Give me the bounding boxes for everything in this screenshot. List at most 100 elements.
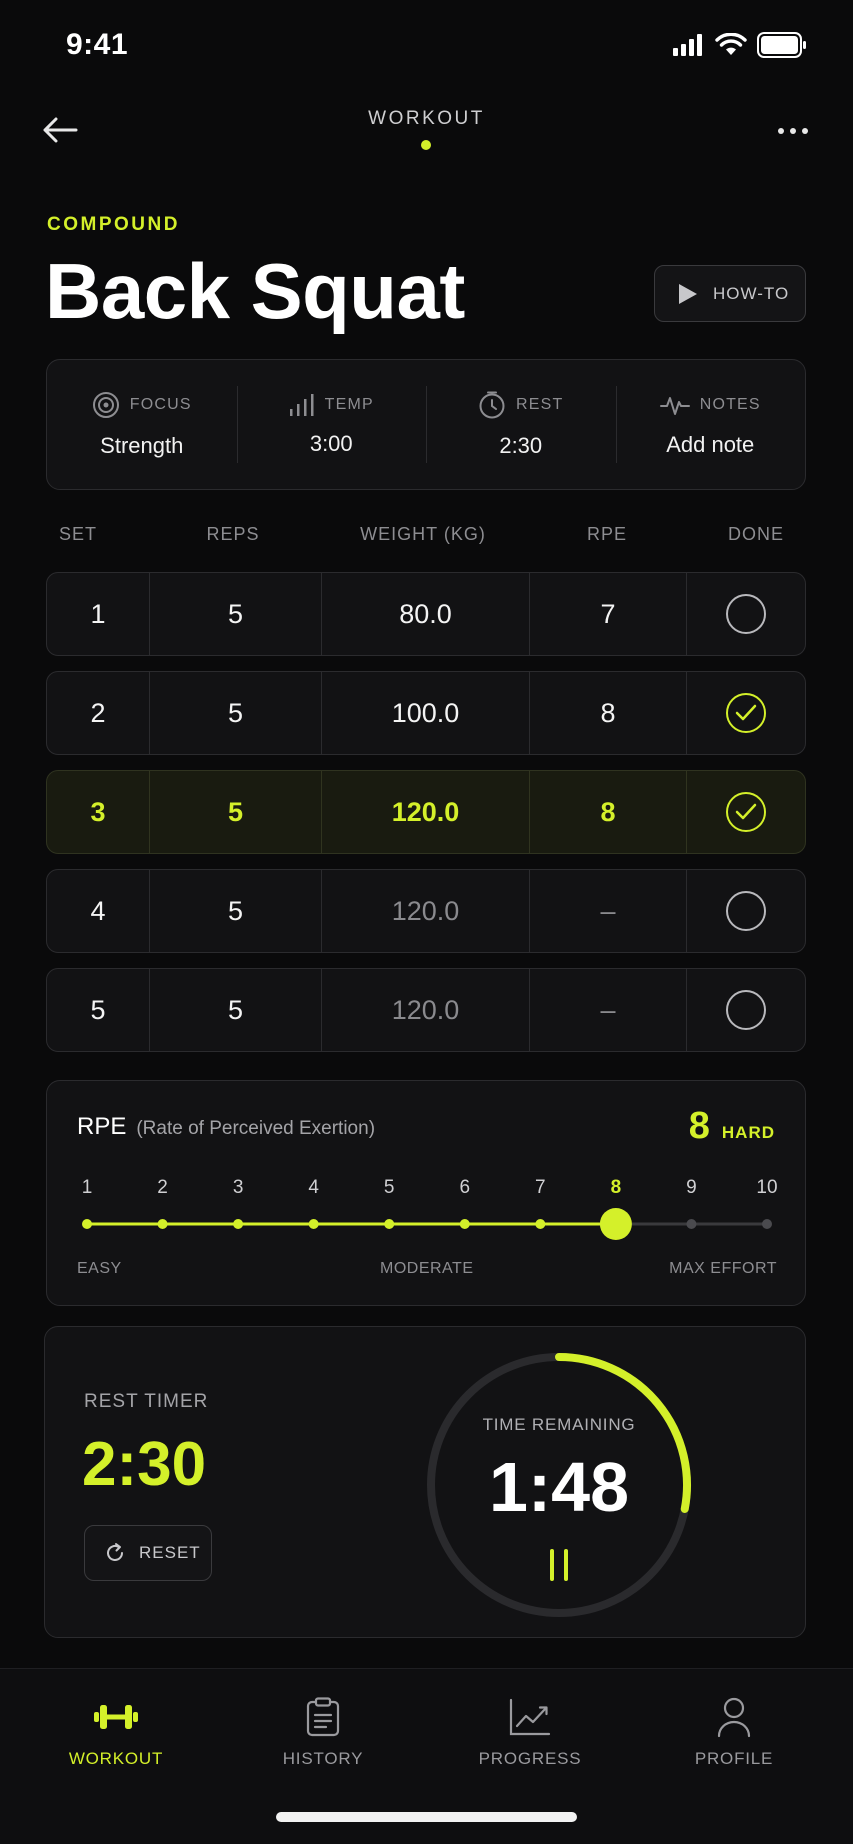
set-weight[interactable]: 120.0 — [321, 870, 529, 952]
set-row[interactable]: 2 5 100.0 8 — [46, 671, 806, 755]
status-time: 9:41 — [66, 28, 129, 61]
pause-button[interactable] — [541, 1545, 577, 1585]
clock-icon — [479, 391, 505, 418]
reset-button[interactable]: RESET — [84, 1525, 212, 1581]
set-done-cell — [686, 573, 805, 655]
tab-progress[interactable]: PROGRESS — [440, 1669, 620, 1789]
done-checkbox[interactable] — [726, 594, 766, 634]
info-rest: REST 2:30 — [426, 360, 616, 489]
done-checkbox[interactable] — [726, 990, 766, 1030]
set-rpe[interactable]: 7 — [529, 573, 686, 655]
signal-icon — [673, 34, 702, 56]
tab-label: PROGRESS — [478, 1749, 582, 1768]
rest-timer-duration: 2:30 — [82, 1430, 207, 1499]
set-rpe[interactable]: 8 — [529, 771, 686, 853]
rpe-step-dot[interactable] — [82, 1219, 92, 1229]
set-rpe[interactable]: – — [529, 969, 686, 1051]
nav-header: WORKOUT — [0, 96, 853, 156]
set-weight[interactable]: 80.0 — [321, 573, 529, 655]
info-temp: TEMP 3:00 — [236, 360, 427, 489]
rpe-value: 8 HARD — [689, 1105, 775, 1148]
info-notes[interactable]: NOTES Add note — [615, 360, 806, 489]
set-weight[interactable]: 100.0 — [321, 672, 529, 754]
more-options-button[interactable] — [769, 116, 817, 146]
exercise-category: COMPOUND — [47, 214, 180, 235]
set-reps[interactable]: 5 — [149, 870, 321, 952]
clipboard-icon — [306, 1697, 340, 1737]
target-icon — [92, 391, 119, 418]
set-row[interactable]: 1 5 80.0 7 — [46, 572, 806, 656]
rpe-label-moderate: MODERATE — [380, 1260, 474, 1277]
time-remaining-label: TIME REMAINING — [482, 1415, 636, 1434]
set-weight[interactable]: 120.0 — [321, 969, 529, 1051]
check-icon — [735, 704, 757, 721]
set-row-active[interactable]: 3 5 120.0 8 — [46, 770, 806, 854]
set-row[interactable]: 5 5 120.0 – — [46, 968, 806, 1052]
tab-label: PROFILE — [694, 1749, 774, 1768]
col-header-reps: REPS — [206, 524, 260, 544]
col-header-set: SET — [58, 524, 98, 544]
set-table-header: SET REPS WEIGHT (KG) RPE DONE — [46, 524, 806, 552]
set-reps[interactable]: 5 — [149, 969, 321, 1051]
rest-timer-label: REST TIMER — [84, 1391, 209, 1412]
done-checkbox[interactable] — [726, 693, 766, 733]
pulse-icon — [659, 396, 690, 415]
info-label: TEMP — [324, 395, 374, 413]
home-indicator — [276, 1812, 577, 1822]
rpe-step-dot[interactable] — [308, 1219, 319, 1229]
set-rpe[interactable]: – — [529, 870, 686, 952]
rpe-step-dot[interactable] — [535, 1219, 546, 1229]
rpe-heading: RPE — [77, 1113, 127, 1140]
howto-button[interactable]: HOW-TO — [654, 265, 806, 322]
more-dot-icon — [778, 128, 784, 134]
tab-profile[interactable]: PROFILE — [644, 1669, 824, 1789]
person-icon — [717, 1697, 751, 1738]
rpe-step-dot[interactable] — [686, 1219, 697, 1229]
rpe-slider-thumb[interactable] — [599, 1208, 632, 1240]
set-reps[interactable]: 5 — [149, 771, 321, 853]
rpe-step-dot[interactable] — [762, 1219, 772, 1229]
rpe-label-easy: EASY — [77, 1260, 122, 1277]
rpe-step-dot[interactable] — [233, 1219, 244, 1229]
set-done-cell — [686, 771, 805, 853]
rpe-label-max: MAX EFFORT — [669, 1260, 777, 1277]
done-checkbox[interactable] — [726, 792, 766, 832]
set-number: 2 — [90, 697, 106, 728]
info-label: REST — [516, 395, 564, 413]
exercise-info-card: FOCUS Strength TEMP 3:00 REST 2:30 NOTES… — [46, 359, 806, 490]
rpe-step-dot[interactable] — [157, 1219, 168, 1229]
tab-history[interactable]: HISTORY — [233, 1669, 413, 1789]
set-number: 3 — [90, 796, 106, 827]
page-title: WORKOUT — [368, 108, 485, 129]
info-label: FOCUS — [129, 395, 192, 413]
info-focus: FOCUS Strength — [47, 360, 237, 489]
add-note-link[interactable]: Add note — [666, 432, 754, 458]
rpe-slider[interactable] — [82, 1196, 772, 1256]
howto-label: HOW-TO — [713, 283, 790, 303]
set-done-cell — [686, 870, 805, 952]
battery-icon — [757, 32, 806, 58]
tab-label: HISTORY — [282, 1749, 364, 1768]
set-done-cell — [686, 672, 805, 754]
done-checkbox[interactable] — [726, 891, 766, 931]
pause-bar-icon — [564, 1549, 568, 1581]
tab-workout[interactable]: WORKOUT — [26, 1669, 206, 1789]
chart-icon — [509, 1698, 551, 1736]
check-icon — [735, 803, 757, 820]
set-weight[interactable]: 120.0 — [321, 771, 529, 853]
info-label: NOTES — [699, 395, 761, 413]
tab-label: WORKOUT — [68, 1749, 164, 1768]
set-number: 1 — [90, 598, 106, 629]
set-reps[interactable]: 5 — [149, 672, 321, 754]
rpe-step-dot[interactable] — [384, 1219, 395, 1229]
status-bar: 9:41 — [0, 0, 853, 96]
set-reps[interactable]: 5 — [149, 573, 321, 655]
info-value: 2:30 — [499, 432, 543, 458]
rpe-title: RPE (Rate of Perceived Exertion) — [77, 1113, 375, 1141]
rpe-step-dot[interactable] — [459, 1219, 470, 1229]
exercise-title: Back Squat — [45, 247, 465, 335]
set-row[interactable]: 4 5 120.0 – — [46, 869, 806, 953]
set-rpe[interactable]: 8 — [529, 672, 686, 754]
wifi-icon — [715, 33, 747, 55]
reset-label: RESET — [139, 1543, 201, 1562]
